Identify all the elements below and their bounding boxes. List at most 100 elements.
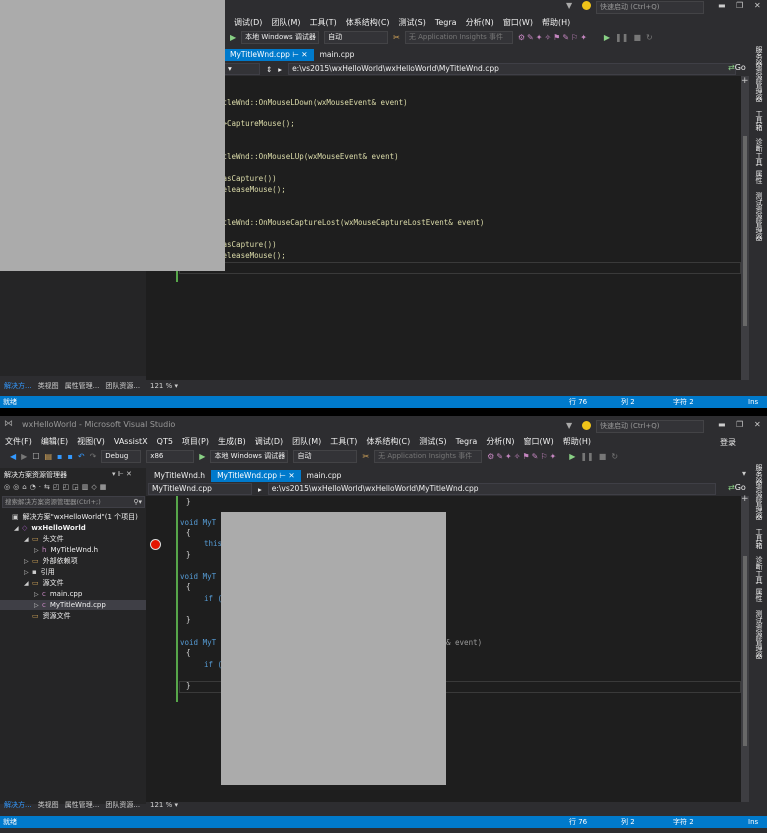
- start-debug-icon[interactable]: ▶: [230, 33, 236, 42]
- dock-server-explorer[interactable]: 服务器资源管理器: [754, 464, 764, 520]
- save-all-icon[interactable]: ▪: [67, 452, 72, 461]
- tree-item[interactable]: ◢ ▭ 头文件: [0, 534, 146, 544]
- menu-window[interactable]: 窗口(W): [503, 17, 533, 28]
- zoom-select[interactable]: 121 % ▾: [150, 381, 178, 391]
- run-icon[interactable]: ▶: [569, 452, 575, 461]
- configuration-select[interactable]: Debug: [101, 449, 142, 463]
- insights-select[interactable]: 无 Application Insights 事件: [404, 30, 513, 44]
- run-icon[interactable]: ▶: [604, 33, 610, 42]
- member-select[interactable]: e:\vs2015\wxHelloWorld\wxHelloWorld\MyTi…: [267, 483, 716, 495]
- tab-team-explorer[interactable]: 团队资源...: [105, 800, 140, 810]
- split-editor-icon[interactable]: +: [741, 76, 749, 86]
- tab-property-manager[interactable]: 属性管理...: [65, 800, 100, 810]
- menu-help[interactable]: 帮助(H): [563, 436, 591, 447]
- tree-item[interactable]: ▷ h MyTitleWnd.h: [0, 545, 146, 555]
- menu-view[interactable]: 视图(V): [77, 436, 105, 447]
- undo-icon[interactable]: ↶: [78, 452, 85, 461]
- expand-arrow-icon[interactable]: ▷: [34, 601, 42, 611]
- menu-qt5[interactable]: QT5: [157, 437, 173, 446]
- menu-project[interactable]: 项目(P): [182, 436, 209, 447]
- tree-item[interactable]: ◢ ◇ wxHelloWorld: [0, 523, 146, 533]
- new-project-icon[interactable]: ☐: [32, 452, 39, 461]
- toolbar-buttons-icon[interactable]: ⚙✎✦✧⚑✎⚐✦: [487, 452, 558, 461]
- pin-icon[interactable]: ⊢: [292, 50, 299, 59]
- tab-mytitlewnd-h[interactable]: MyTitleWnd.h: [148, 470, 211, 482]
- toolbar-buttons-icon[interactable]: ⚙✎✦✧⚑✎⚐✦: [518, 33, 589, 42]
- toolbar-tools-icon[interactable]: ✂: [362, 452, 369, 461]
- tree-item[interactable]: ▷ ▭ 外部依赖项: [0, 556, 146, 566]
- dock-properties[interactable]: 属性: [754, 588, 764, 602]
- pause-icon[interactable]: ❚❚: [615, 33, 628, 42]
- menu-test[interactable]: 测试(S): [419, 436, 446, 447]
- tree-item[interactable]: ▭ 资源文件: [0, 611, 146, 621]
- tree-item[interactable]: ▷ c main.cpp: [0, 589, 146, 599]
- tab-overflow-icon[interactable]: ▾: [742, 469, 746, 478]
- toolbar-tools-icon[interactable]: ✂: [393, 33, 400, 42]
- expand-arrow-icon[interactable]: ▷: [24, 557, 32, 567]
- close-button[interactable]: ✕: [754, 1, 761, 10]
- tab-property-manager[interactable]: 属性管理...: [65, 381, 100, 391]
- maximize-button[interactable]: ❐: [736, 1, 743, 10]
- menu-help[interactable]: 帮助(H): [542, 17, 570, 28]
- dock-toolbox[interactable]: 工具箱: [754, 110, 764, 131]
- redo-icon[interactable]: ↷: [90, 452, 97, 461]
- tab-class-view[interactable]: 类视图: [38, 800, 59, 810]
- zoom-select[interactable]: 121 % ▾: [150, 800, 178, 810]
- menu-vassistx[interactable]: VAssistX: [114, 437, 148, 446]
- tab-main-cpp[interactable]: main.cpp: [314, 49, 361, 61]
- menu-debug[interactable]: 调试(D): [234, 17, 262, 28]
- close-tab-icon[interactable]: ✕: [301, 50, 307, 59]
- quick-launch-input[interactable]: 快速启动 (Ctrl+Q): [596, 1, 704, 14]
- go-button[interactable]: ⇄Go: [728, 63, 746, 72]
- member-select[interactable]: e:\vs2015\wxHelloWorld\wxHelloWorld\MyTi…: [288, 63, 737, 75]
- login-link[interactable]: 登录: [720, 437, 736, 448]
- restart-icon[interactable]: ↻: [646, 33, 653, 42]
- stop-icon[interactable]: ■: [599, 452, 607, 461]
- expand-arrow-icon[interactable]: ▷: [34, 546, 42, 556]
- dock-diagnostics[interactable]: 诊断工具: [754, 556, 764, 584]
- menu-file[interactable]: 文件(F): [5, 436, 32, 447]
- close-button[interactable]: ✕: [754, 420, 761, 429]
- breakpoint-icon[interactable]: [150, 539, 161, 550]
- nav-arrows-icon[interactable]: ⇕: [266, 65, 272, 74]
- tab-class-view[interactable]: 类视图: [38, 381, 59, 391]
- expand-arrow-icon[interactable]: ◢: [24, 535, 32, 545]
- scope-select[interactable]: ▾: [224, 63, 260, 75]
- tab-solution-explorer[interactable]: 解决方...: [4, 800, 32, 810]
- split-editor-icon[interactable]: +: [741, 494, 749, 504]
- restart-icon[interactable]: ↻: [611, 452, 618, 461]
- file-select[interactable]: MyTitleWnd.cpp: [148, 483, 252, 495]
- menu-tegra[interactable]: Tegra: [456, 437, 478, 446]
- dock-diagnostics[interactable]: 诊断工具: [754, 138, 764, 166]
- platform-select[interactable]: x86: [146, 449, 195, 463]
- expand-arrow-icon[interactable]: ▷: [24, 568, 32, 578]
- editor-scrollbar[interactable]: [741, 496, 749, 802]
- scrollbar-thumb[interactable]: [743, 556, 747, 746]
- menu-test[interactable]: 测试(S): [399, 17, 426, 28]
- forward-icon[interactable]: ▶: [21, 452, 27, 461]
- tree-item[interactable]: ▷ ▪ 引用: [0, 567, 146, 577]
- menu-window[interactable]: 窗口(W): [524, 436, 554, 447]
- go-button[interactable]: ⇄Go: [728, 483, 746, 492]
- debugger-target-select[interactable]: 本地 Windows 调试器: [241, 30, 320, 44]
- close-tab-icon[interactable]: ✕: [288, 471, 294, 480]
- search-icon[interactable]: ⚲▾: [133, 497, 142, 507]
- editor-scrollbar[interactable]: [741, 76, 749, 380]
- expand-arrow-icon[interactable]: ◢: [14, 524, 22, 534]
- menu-team[interactable]: 团队(M): [292, 436, 321, 447]
- filter-icon[interactable]: ▼: [566, 1, 572, 10]
- tab-team-explorer[interactable]: 团队资源...: [105, 381, 140, 391]
- menu-edit[interactable]: 编辑(E): [41, 436, 68, 447]
- open-icon[interactable]: ▤: [44, 452, 52, 461]
- quick-launch-input[interactable]: 快速启动 (Ctrl+Q): [596, 420, 704, 433]
- menu-analyze[interactable]: 分析(N): [466, 17, 494, 28]
- menu-tools[interactable]: 工具(T): [310, 17, 337, 28]
- pause-icon[interactable]: ❚❚: [580, 452, 593, 461]
- debugger-mode-select[interactable]: 自动: [324, 30, 389, 44]
- expand-arrow-icon[interactable]: ▷: [34, 590, 42, 600]
- notification-smiley-icon[interactable]: [582, 1, 591, 10]
- menu-tegra[interactable]: Tegra: [435, 18, 457, 27]
- menu-debug[interactable]: 调试(D): [255, 436, 283, 447]
- code-editor[interactable]: itleWnd::OnMouseLDown(wxMouseEvent& even…: [146, 76, 741, 380]
- maximize-button[interactable]: ❐: [736, 420, 743, 429]
